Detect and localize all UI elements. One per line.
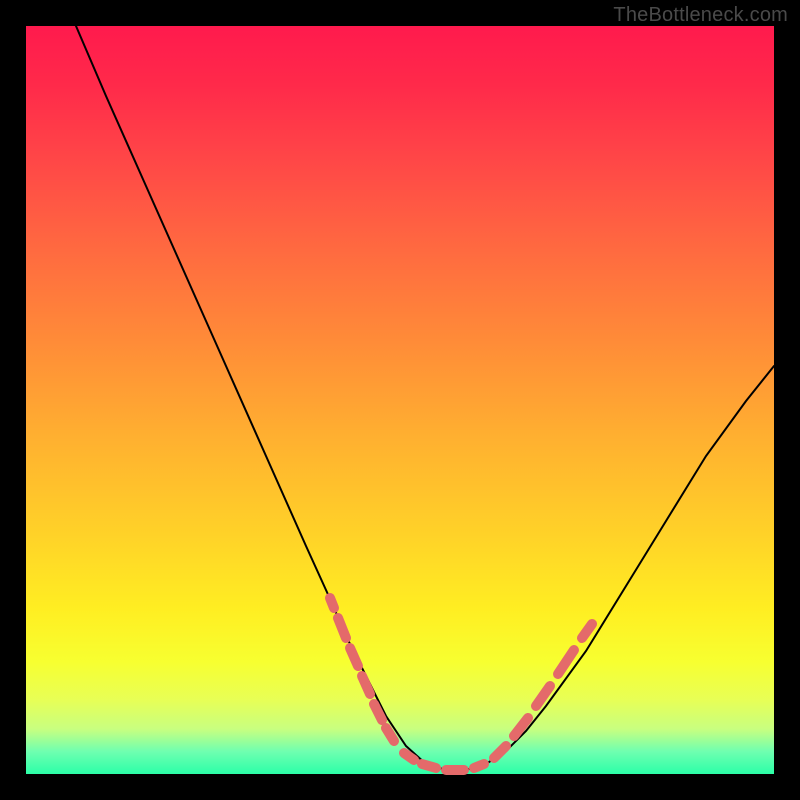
highlight-dash	[338, 618, 346, 638]
chart-frame	[26, 26, 774, 774]
chart-svg	[26, 26, 774, 774]
highlight-dashes	[330, 598, 592, 770]
highlight-dash	[362, 676, 370, 694]
highlight-dash	[330, 598, 334, 608]
highlight-dash	[350, 648, 358, 666]
highlight-dash	[514, 718, 528, 736]
highlight-dash	[582, 624, 592, 638]
highlight-dash	[404, 753, 414, 760]
watermark-text: TheBottleneck.com	[613, 4, 788, 27]
highlight-dash	[422, 764, 436, 768]
bottleneck-curve	[76, 26, 774, 770]
highlight-dash	[386, 728, 394, 741]
highlight-dash	[474, 764, 484, 768]
highlight-dash	[494, 746, 506, 758]
